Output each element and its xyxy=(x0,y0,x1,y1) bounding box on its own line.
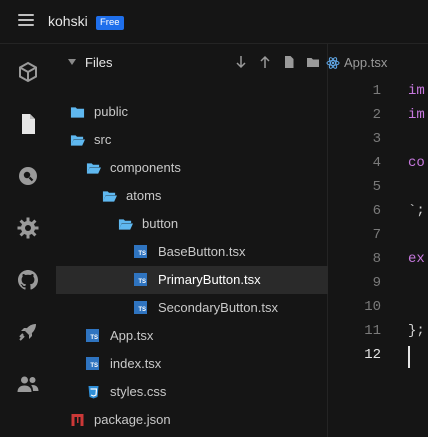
line-number: 1 xyxy=(372,83,381,99)
line-number: 4 xyxy=(372,155,381,171)
css-file-icon xyxy=(88,386,99,399)
tree-item-label: App.tsx xyxy=(110,328,154,343)
folder-open-icon xyxy=(102,191,117,202)
line-number: 9 xyxy=(372,275,381,291)
line-number: 2 xyxy=(372,107,381,123)
users-icon[interactable] xyxy=(16,372,40,396)
tree-item-label: public xyxy=(94,104,128,119)
tree-item[interactable]: TS index.tsx xyxy=(56,350,328,378)
code-editor[interactable]: 1 im 2 im 3 4 co 5 6 `; 7 8 ex 9 10 11}; 12 xyxy=(328,82,428,437)
tree-item-label: styles.css xyxy=(110,384,167,399)
typescript-file-icon: TS xyxy=(134,245,147,258)
tree-item-label: package.json xyxy=(94,412,171,427)
tree-item-label: src xyxy=(94,132,112,147)
gear-icon[interactable] xyxy=(16,216,40,240)
code-line: im xyxy=(408,83,425,99)
file-explorer: Files public src components atoms button TS Ba… xyxy=(56,44,328,437)
tree-item-label: SecondaryButton.tsx xyxy=(158,300,278,315)
search-icon[interactable] xyxy=(16,164,40,188)
code-line: ex xyxy=(408,251,425,267)
line-number: 7 xyxy=(372,227,381,243)
tree-item-label: button xyxy=(142,216,179,231)
tree-item-label: BaseButton.tsx xyxy=(158,244,246,259)
hamburger-menu-icon[interactable] xyxy=(18,14,34,28)
activity-bar xyxy=(0,44,56,437)
code-line: `; xyxy=(408,203,425,219)
line-number: 5 xyxy=(372,179,381,195)
text-cursor xyxy=(408,346,410,368)
line-number: 3 xyxy=(372,131,381,147)
tree-item[interactable]: TS BaseButton.tsx xyxy=(56,238,328,266)
tree-item-label: PrimaryButton.tsx xyxy=(158,272,261,287)
tree-item[interactable]: button xyxy=(56,210,328,238)
folder-open-icon xyxy=(86,163,101,174)
file-icon[interactable] xyxy=(16,112,40,136)
editor-tab[interactable]: App.tsx xyxy=(326,44,428,82)
typescript-file-icon: TS xyxy=(86,357,99,370)
line-number: 11 xyxy=(364,323,381,339)
collapse-caret-icon[interactable] xyxy=(68,59,76,65)
tree-item[interactable]: styles.css xyxy=(56,378,328,406)
line-number: 10 xyxy=(364,299,381,315)
folder-icon xyxy=(70,107,85,118)
folder-open-icon xyxy=(118,219,133,230)
github-icon[interactable] xyxy=(16,268,40,292)
arrow-up-icon[interactable] xyxy=(258,55,272,69)
tree-item-label: index.tsx xyxy=(110,356,162,371)
line-number: 12 xyxy=(364,347,381,363)
code-line: }; xyxy=(408,323,425,339)
tree-item-label: atoms xyxy=(126,188,162,203)
arrow-down-icon[interactable] xyxy=(234,55,248,69)
tree-item[interactable]: src xyxy=(56,126,328,154)
plan-badge: Free xyxy=(96,16,124,30)
tab-label: App.tsx xyxy=(344,55,388,70)
tree-item[interactable]: TS App.tsx xyxy=(56,322,328,350)
tree-item[interactable]: atoms xyxy=(56,182,328,210)
typescript-file-icon: TS xyxy=(134,273,147,286)
folder-open-icon xyxy=(70,135,85,146)
top-bar: kohski Free xyxy=(0,0,428,44)
tree-item[interactable]: TS PrimaryButton.tsx xyxy=(56,266,328,294)
new-file-icon[interactable] xyxy=(282,55,296,69)
tree-item[interactable]: public xyxy=(56,98,328,126)
tree-item-label: components xyxy=(110,160,181,175)
code-line: co xyxy=(408,155,425,171)
workspace-name[interactable]: kohski xyxy=(48,13,88,29)
rocket-icon[interactable] xyxy=(16,320,40,344)
typescript-file-icon: TS xyxy=(86,329,99,342)
new-folder-icon[interactable] xyxy=(306,55,320,69)
tree-item[interactable]: TS SecondaryButton.tsx xyxy=(56,294,328,322)
react-icon xyxy=(326,57,340,69)
tree-item[interactable]: components xyxy=(56,154,328,182)
line-number: 8 xyxy=(372,251,381,267)
npm-package-icon xyxy=(71,414,84,426)
code-line: im xyxy=(408,107,425,123)
line-number: 6 xyxy=(372,203,381,219)
tree-item[interactable]: package.json xyxy=(56,406,328,434)
typescript-file-icon: TS xyxy=(134,301,147,314)
cube-icon[interactable] xyxy=(16,60,40,84)
files-title: Files xyxy=(85,55,113,70)
files-header: Files xyxy=(56,44,328,82)
